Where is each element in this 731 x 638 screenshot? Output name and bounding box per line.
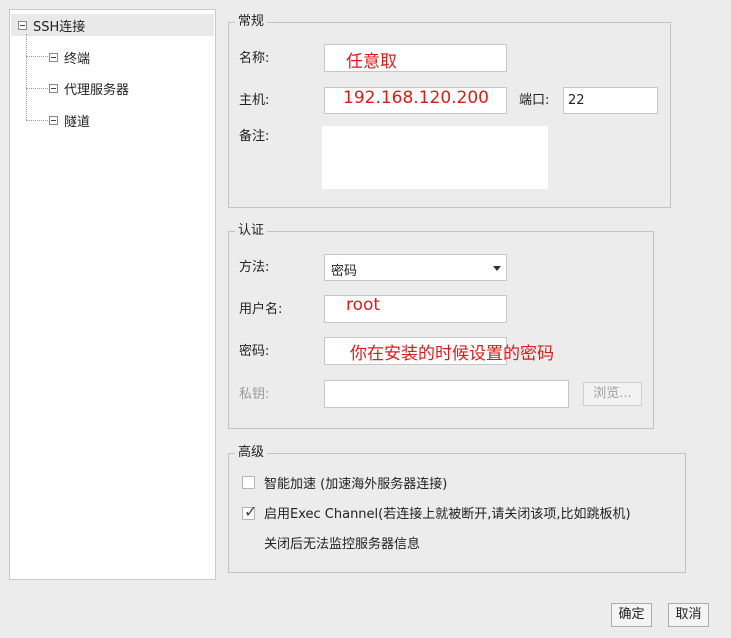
tree-item-label: 终端	[64, 51, 91, 67]
tree-item-label: SSH连接	[33, 19, 86, 35]
port-field[interactable]: 22	[563, 87, 658, 114]
tree-connector	[26, 120, 48, 121]
exec-channel-note: 关闭后无法监控服务器信息	[264, 537, 421, 552]
collapse-icon[interactable]	[18, 20, 27, 30]
private-key-field	[324, 380, 569, 408]
username-label: 用户名:	[239, 302, 283, 317]
collapse-icon[interactable]	[49, 52, 58, 62]
chevron-down-icon	[493, 266, 501, 271]
exec-channel-checkbox[interactable]: ✓	[242, 502, 258, 521]
password-label: 密码:	[239, 344, 270, 359]
smart-accel-checkbox[interactable]	[242, 476, 255, 489]
host-label: 主机:	[239, 93, 270, 108]
tree-connector	[26, 34, 27, 120]
method-value: 密码	[331, 264, 358, 279]
settings-tree: SSH连接 终端 代理服务器 隧道	[9, 9, 216, 580]
name-value: 任意取	[346, 52, 397, 72]
advanced-group-title: 高级	[235, 445, 268, 461]
tree-item-label: 代理服务器	[64, 82, 130, 98]
general-group-title: 常规	[235, 14, 268, 30]
name-label: 名称:	[239, 51, 270, 66]
host-value: 192.168.120.200	[343, 88, 490, 108]
smart-accel-label: 智能加速 (加速海外服务器连接)	[264, 477, 448, 492]
checkmark-icon: ✓	[244, 502, 258, 521]
tree-item-terminal[interactable]: 终端	[49, 46, 90, 68]
username-value: root	[346, 295, 381, 315]
cancel-button[interactable]: 取消	[668, 603, 709, 627]
tree-connector	[26, 56, 48, 57]
host-field[interactable]: 192.168.120.200	[324, 87, 507, 114]
name-field[interactable]: 任意取	[324, 44, 507, 72]
auth-group-title: 认证	[235, 223, 268, 239]
tree-item-tunnel[interactable]: 隧道	[49, 109, 90, 131]
tree-connector	[26, 88, 48, 89]
username-field[interactable]: root	[324, 295, 507, 323]
port-label: 端口:	[519, 93, 550, 108]
method-select[interactable]: 密码	[324, 254, 507, 281]
port-value: 22	[568, 93, 585, 108]
note-textarea[interactable]	[322, 126, 548, 189]
tree-item-label: 隧道	[64, 114, 91, 130]
private-key-label: 私钥:	[239, 387, 270, 402]
browse-button[interactable]: 浏览...	[583, 382, 642, 406]
tree-item-ssh[interactable]: SSH连接	[11, 14, 214, 36]
password-annotation: 你在安装的时候设置的密码	[350, 344, 554, 364]
tree-item-proxy[interactable]: 代理服务器	[49, 77, 129, 99]
collapse-icon[interactable]	[49, 115, 58, 125]
ok-button[interactable]: 确定	[611, 603, 652, 627]
note-label: 备注:	[239, 129, 270, 144]
method-label: 方法:	[239, 260, 270, 275]
exec-channel-label: 启用Exec Channel(若连接上就被断开,请关闭该项,比如跳板机)	[264, 507, 631, 522]
collapse-icon[interactable]	[49, 83, 58, 93]
